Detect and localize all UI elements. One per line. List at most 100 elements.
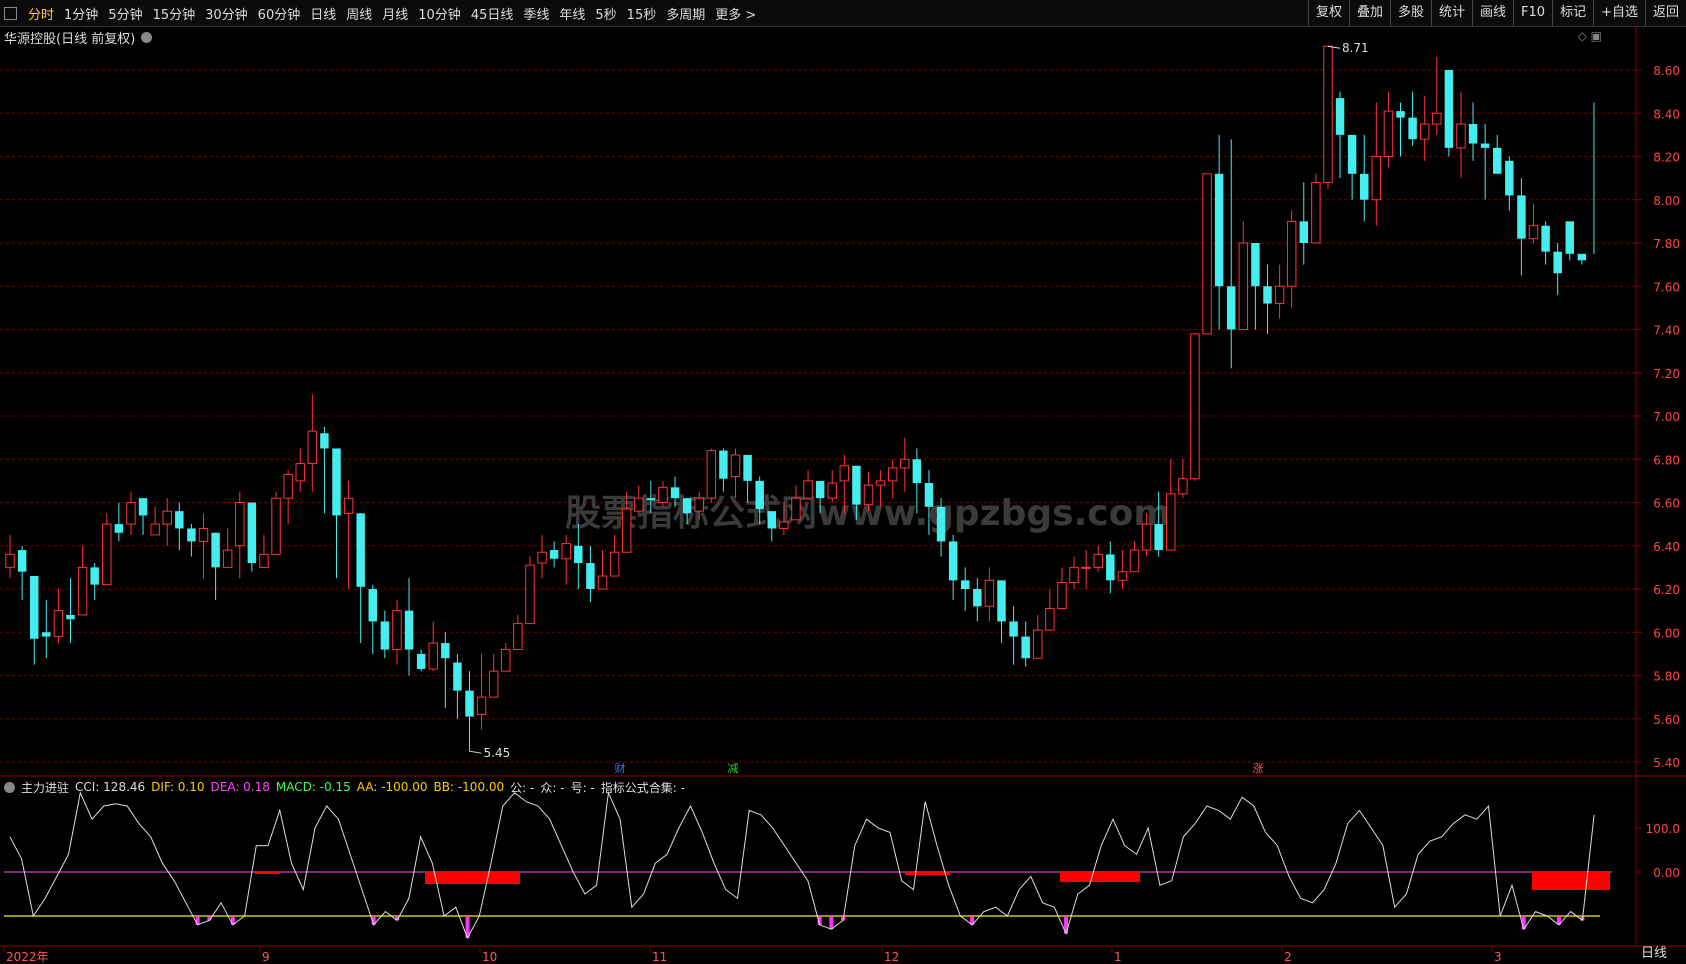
candle-body	[162, 510, 172, 525]
bb-value: BB: -100.00	[433, 780, 505, 794]
cci-value: CCI: 128.46	[75, 780, 146, 794]
candle-body	[1299, 221, 1309, 243]
candle-body	[682, 498, 692, 514]
cci-spike	[829, 916, 834, 930]
candle-body	[222, 549, 233, 568]
zhong-value: 众: -	[540, 780, 565, 795]
candle-body	[1396, 111, 1405, 118]
candle-body	[1129, 549, 1140, 573]
y-tick-label: 5.80	[1653, 670, 1680, 684]
dif-value: DIF: 0.10	[151, 780, 205, 794]
y-tick-label: 7.00	[1653, 410, 1680, 424]
candle-body	[1456, 123, 1466, 149]
candle-body	[706, 450, 717, 499]
candle-body	[1565, 221, 1575, 254]
candle-body	[1323, 45, 1333, 183]
candle-body	[465, 690, 474, 717]
candle-body	[307, 430, 318, 465]
candle-body	[984, 579, 995, 607]
candle-body	[887, 467, 898, 482]
y-tick-label: 8.00	[1653, 194, 1680, 208]
candle-body	[658, 486, 668, 503]
formula-value: 指标公式合集: -	[600, 780, 685, 795]
candle-body	[1371, 156, 1382, 201]
y-tick-label: 7.20	[1653, 367, 1680, 381]
candle-body	[1057, 582, 1067, 609]
candle-body	[150, 523, 160, 536]
candle-body	[1190, 333, 1200, 480]
macd-bar	[1532, 872, 1610, 890]
candle-body	[513, 623, 523, 651]
x-tick-label: 12	[884, 950, 899, 964]
candle-body	[1202, 173, 1212, 335]
candle-body	[5, 553, 15, 568]
candle-body	[77, 566, 88, 616]
candle-body	[1106, 554, 1115, 581]
candle-body	[767, 511, 777, 529]
event-marker: 减	[728, 762, 739, 775]
candle-body	[634, 497, 644, 512]
cci-tick-label: 0.00	[1653, 866, 1680, 880]
candle-body	[863, 484, 874, 506]
candle-body	[53, 610, 64, 638]
candle-body	[416, 653, 426, 670]
y-tick-label: 7.60	[1653, 280, 1680, 294]
y-tick-label: 6.80	[1653, 453, 1680, 467]
candle-body	[1263, 286, 1272, 304]
candle-body	[66, 614, 75, 620]
y-tick-label: 6.60	[1653, 497, 1680, 511]
hao-value: 号: -	[570, 780, 595, 795]
candle-body	[694, 497, 704, 512]
candle-body	[1383, 110, 1394, 157]
x-tick-label: 2022年	[6, 950, 49, 964]
event-marker: 涨	[1253, 762, 1264, 775]
candle-body	[114, 524, 124, 533]
candle-body	[574, 545, 583, 564]
min-label: 5.45	[484, 746, 511, 760]
y-tick-label: 6.40	[1653, 540, 1680, 554]
candle-body	[525, 564, 535, 625]
y-tick-label: 6.00	[1653, 626, 1680, 640]
candle-body	[1214, 173, 1224, 287]
candle-body	[1093, 553, 1103, 568]
candle-body	[1009, 621, 1018, 637]
candle-body	[1480, 143, 1490, 148]
candle-body	[815, 480, 825, 499]
candle-body	[102, 523, 112, 586]
macd-value: MACD: -0.15	[275, 780, 351, 794]
gong-value: 公: -	[510, 780, 535, 795]
candle-body	[404, 610, 414, 650]
candle-body	[875, 480, 886, 486]
candle-body	[779, 521, 789, 529]
candle-body	[609, 551, 620, 577]
y-tick-label: 5.40	[1653, 756, 1680, 770]
candlestick-chart[interactable]: 8.60 8.40 8.20 8.00 7.80 7.60 7.40 7.20 7.00 6.80…	[0, 0, 1686, 964]
candle-body	[791, 497, 801, 521]
period-status[interactable]: 日线	[1622, 944, 1686, 964]
indicator-header: 主力进驻 CCI: 128.46 DIF: 0.10 DEA: 0.18 MAC…	[4, 778, 685, 796]
candle-body	[1505, 160, 1514, 196]
indicator-settings-icon[interactable]	[4, 781, 15, 793]
max-label: 8.71	[1342, 41, 1369, 55]
candle-body	[839, 465, 850, 482]
candle-body	[1081, 566, 1091, 569]
candle-body	[1528, 225, 1539, 240]
x-tick-label: 2	[1284, 950, 1292, 964]
candle-body	[1021, 636, 1030, 659]
candle-body	[827, 482, 837, 499]
y-tick-label: 8.20	[1653, 151, 1680, 165]
dea-value: DEA: 0.18	[210, 780, 270, 794]
x-tick-label: 9	[262, 950, 270, 964]
candle-body	[537, 551, 547, 564]
y-tick-label: 8.40	[1653, 107, 1680, 121]
candle-body	[1359, 173, 1369, 200]
candle-body	[1251, 243, 1260, 287]
candle-body	[428, 642, 438, 670]
candle-body	[1238, 242, 1249, 330]
min-pointer	[469, 750, 482, 754]
candle-body	[211, 532, 220, 568]
candle-body	[476, 696, 487, 715]
candle-body	[187, 528, 196, 542]
candle-body	[1286, 220, 1297, 287]
candle-body	[1069, 566, 1079, 584]
